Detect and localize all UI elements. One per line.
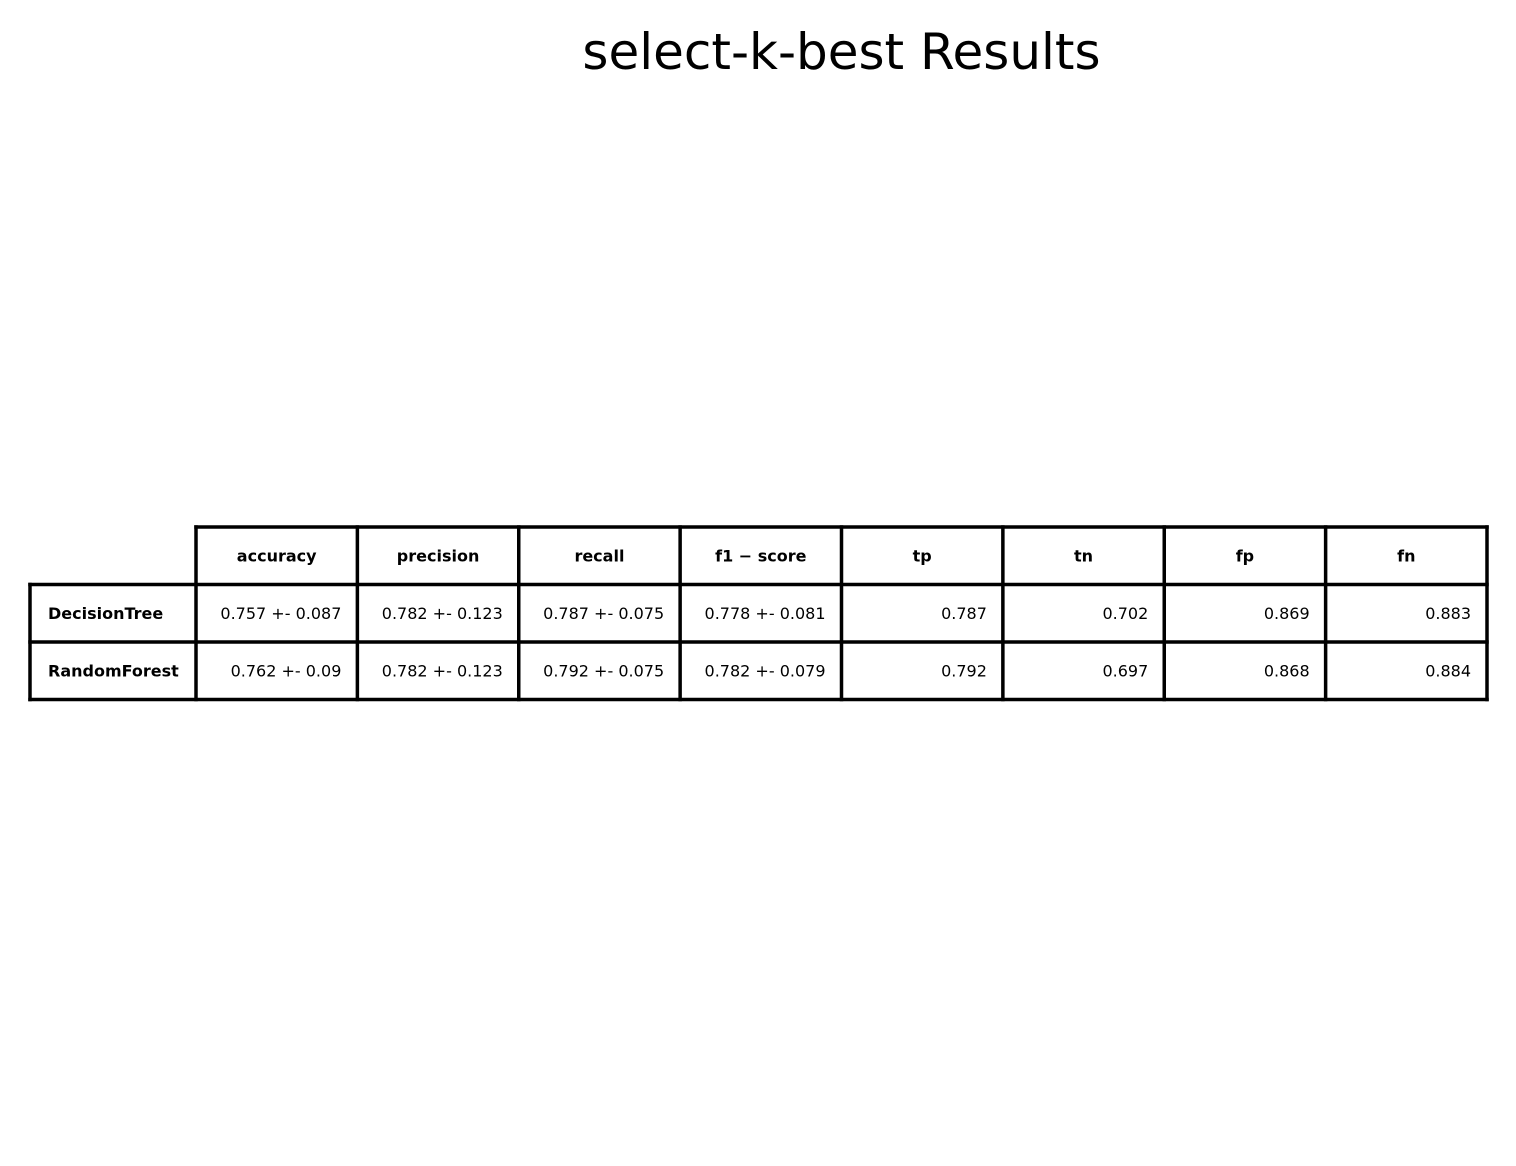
table-cell: 0.782 +- 0.123 — [382, 661, 503, 680]
table-cell: 0.778 +- 0.081 — [705, 604, 826, 623]
table-cell: 0.702 — [1102, 604, 1148, 623]
column-header: fn — [1397, 546, 1415, 565]
table-cell: 0.782 +- 0.079 — [705, 661, 826, 680]
table-cell: 0.884 — [1425, 661, 1471, 680]
column-header: precision — [397, 546, 480, 565]
table-cell: 0.762 +- 0.09 — [231, 661, 342, 680]
table-cell: 0.787 — [941, 604, 987, 623]
table-cell: 0.869 — [1264, 604, 1310, 623]
row-label: RandomForest — [48, 661, 179, 680]
table-cell: 0.757 +- 0.087 — [220, 604, 341, 623]
table-cell: 0.697 — [1102, 661, 1148, 680]
table-cell: 0.792 — [941, 661, 987, 680]
row-label: DecisionTree — [48, 604, 163, 623]
column-header: recall — [574, 546, 624, 565]
table-cell: 0.883 — [1425, 604, 1471, 623]
table-cell: 0.787 +- 0.075 — [543, 604, 664, 623]
column-header: tn — [1074, 546, 1093, 565]
table-cell: 0.868 — [1264, 661, 1310, 680]
column-header: fp — [1236, 546, 1254, 565]
column-header: tp — [913, 546, 932, 565]
table-cell: 0.792 +- 0.075 — [543, 661, 664, 680]
table-cell: 0.782 +- 0.123 — [382, 604, 503, 623]
column-header: f1 − score — [715, 546, 807, 565]
column-header: accuracy — [237, 546, 317, 565]
results-table: accuracy precision recall f1 − score tp tn fp f… — [28, 525, 1489, 702]
